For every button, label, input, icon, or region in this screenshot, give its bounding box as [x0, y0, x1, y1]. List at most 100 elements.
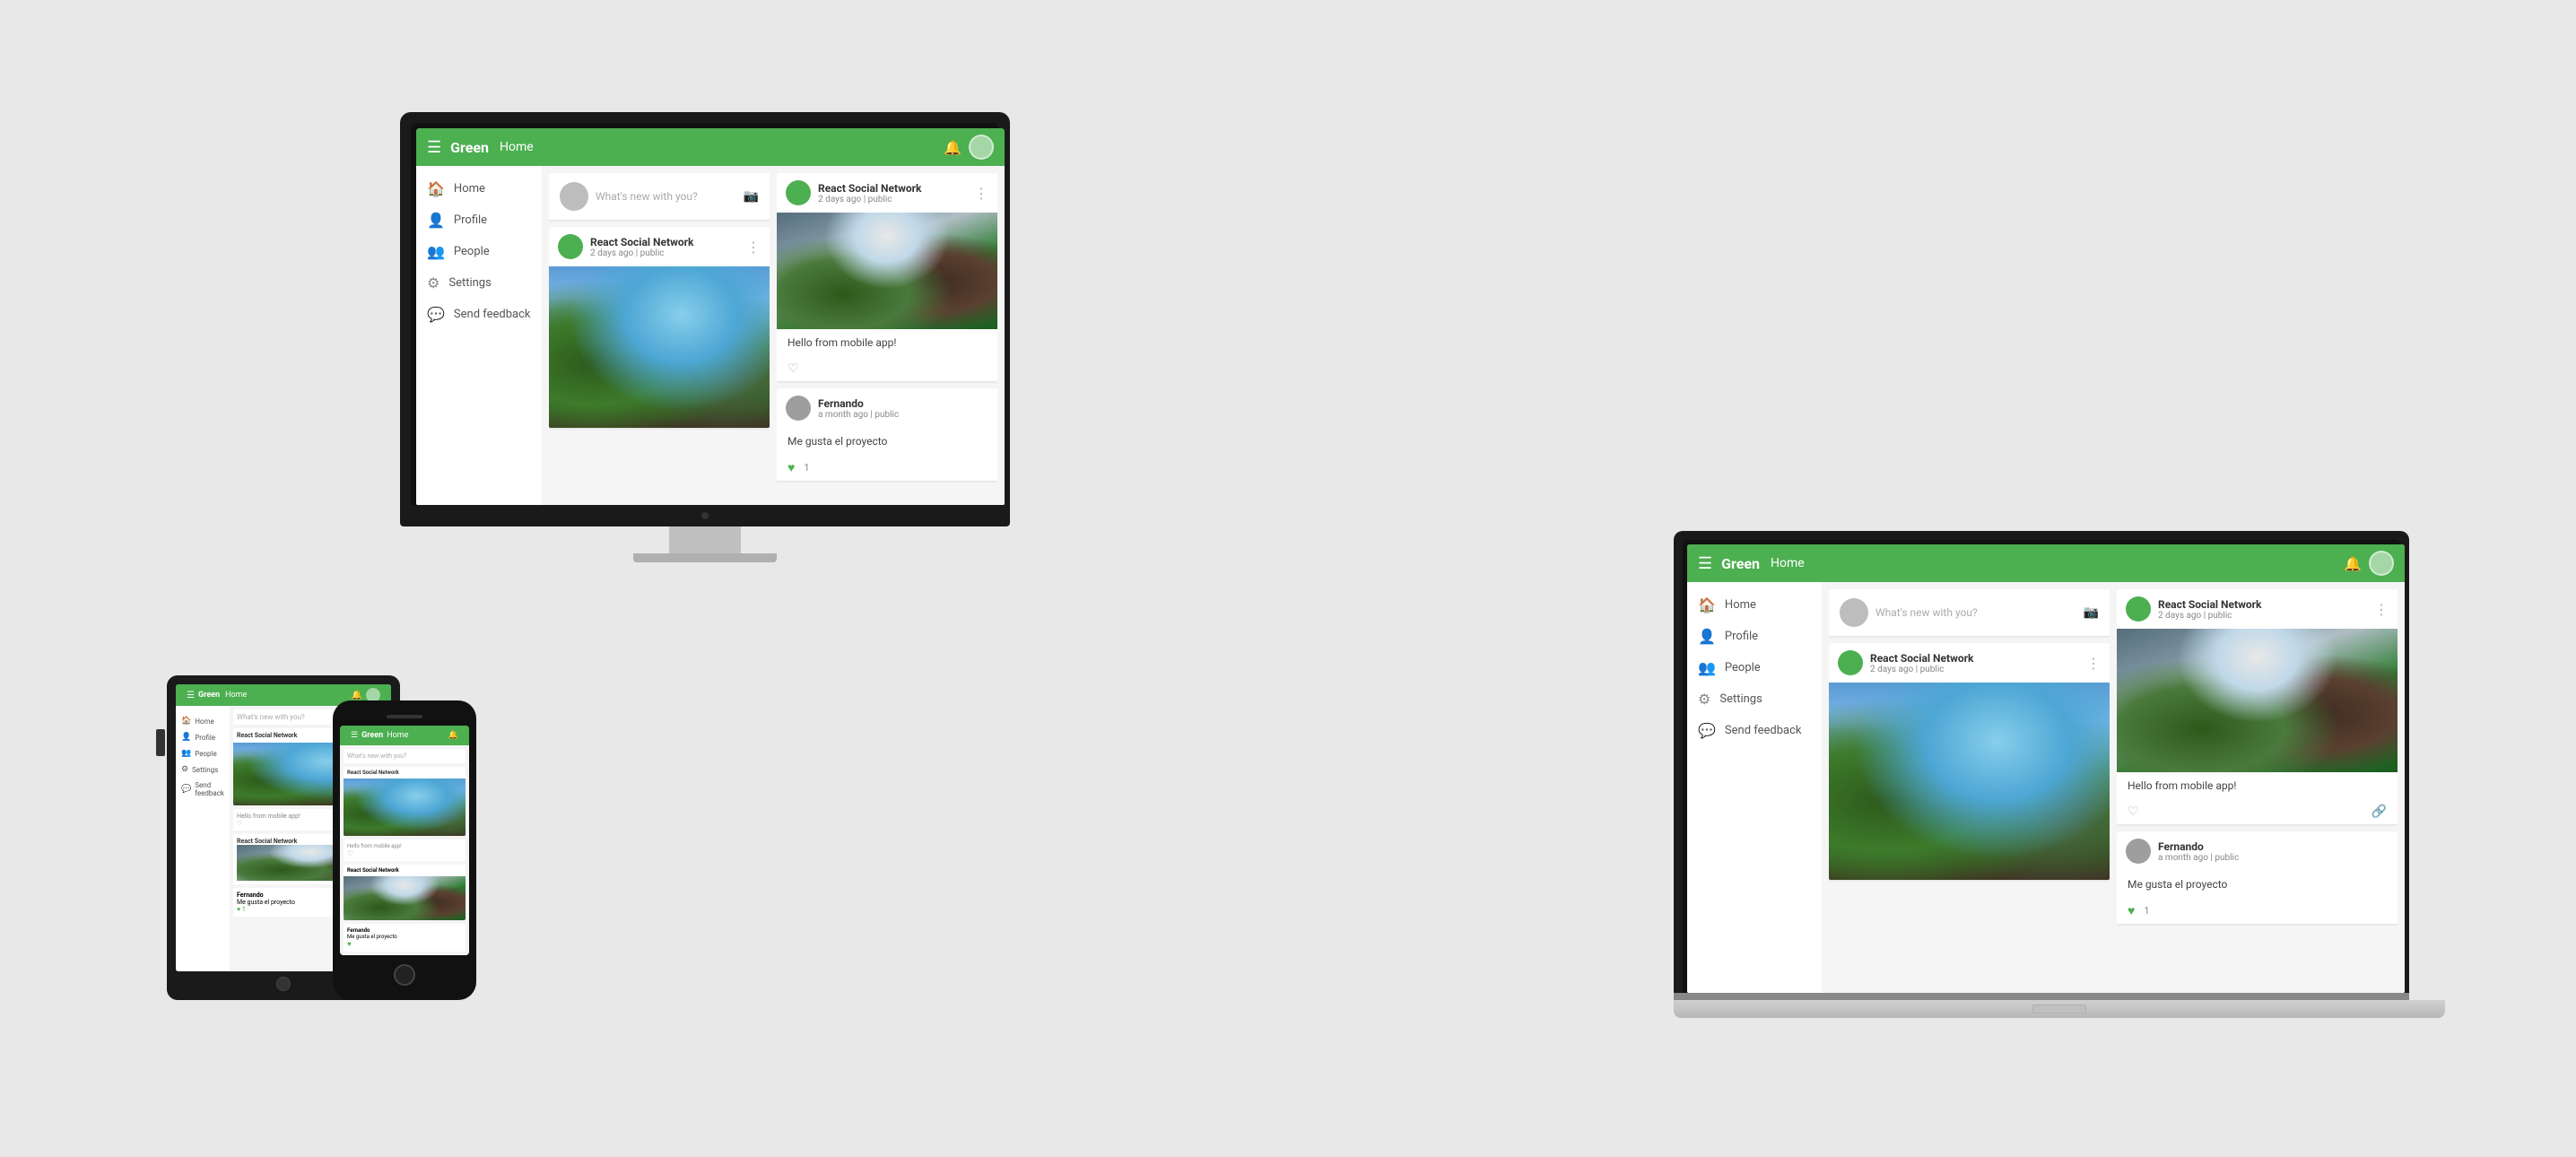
feedback-icon-laptop: 💬: [1698, 722, 1716, 739]
post-more-1-laptop[interactable]: ⋮: [2086, 655, 2101, 672]
post-more-1[interactable]: ⋮: [746, 239, 761, 256]
post-text-2-laptop: Hello from mobile app!: [2117, 772, 2398, 799]
share-icon-2-laptop[interactable]: 🔗: [2371, 805, 2387, 819]
post-time-3-laptop: a month ago | public: [2158, 853, 2389, 863]
laptop-hinge: [1674, 993, 2409, 1000]
settings-icon-laptop: ⚙: [1698, 691, 1710, 708]
post-card-1-laptop: React Social Network 2 days ago | public…: [1829, 643, 2110, 880]
profile-icon-laptop: 👤: [1698, 628, 1716, 645]
toolbar-home-desktop: Home: [500, 140, 944, 154]
post-text-3: Me gusta el proyecto: [777, 428, 997, 455]
sidebar-item-feedback-tablet[interactable]: 💬 Send feedback: [176, 778, 230, 801]
post-avatar-3: [786, 396, 811, 421]
profile-icon: 👤: [427, 212, 445, 229]
avatar-laptop[interactable]: [2369, 551, 2394, 576]
toolbar-home-laptop: Home: [1771, 556, 2344, 570]
post-avatar-1: [558, 234, 583, 259]
camera-icon-desktop[interactable]: 📷: [744, 189, 759, 204]
post-card-2-laptop: React Social Network 2 days ago | public…: [2117, 589, 2398, 824]
sidebar-item-people-laptop[interactable]: 👥 People: [1687, 652, 1822, 683]
post-phone-1: React Social Network: [344, 767, 466, 836]
post-text-3-laptop: Me gusta el proyecto: [2117, 871, 2398, 898]
sidebar-item-feedback-laptop[interactable]: 💬 Send feedback: [1687, 715, 1822, 746]
sidebar-item-settings-laptop[interactable]: ⚙ Settings: [1687, 683, 1822, 715]
toolbar-brand-desktop: Green: [450, 139, 489, 156]
monitor-stand-top: [669, 526, 741, 553]
left-column-desktop: What's new with you? 📷 React So: [549, 173, 770, 498]
sidebar-item-people-desktop[interactable]: 👥 People: [416, 236, 542, 267]
camera-icon-laptop[interactable]: 📷: [2084, 605, 2099, 620]
desktop-toolbar: ☰ Green Home 🔔: [416, 128, 1005, 166]
home-icon: 🏠: [427, 180, 445, 197]
feedback-icon: 💬: [427, 306, 445, 323]
settings-icon: ⚙: [427, 274, 439, 291]
like-icon-2-laptop[interactable]: ♡: [2128, 805, 2139, 819]
sidebar-item-settings-tablet[interactable]: ⚙ Settings: [176, 761, 230, 778]
menu-icon-laptop[interactable]: ☰: [1698, 554, 1712, 573]
post-time-1-laptop: 2 days ago | public: [1870, 665, 2086, 674]
sidebar-item-home-desktop[interactable]: 🏠 Home: [416, 173, 542, 204]
people-icon: 👥: [427, 243, 445, 260]
post-avatar-3-laptop: [2126, 839, 2151, 864]
liked-icon-3[interactable]: ♥: [788, 460, 795, 475]
avatar-desktop[interactable]: [969, 135, 994, 160]
monitor-chin: [411, 505, 999, 526]
post-author-3-laptop: Fernando: [2158, 840, 2389, 853]
post-time-1: 2 days ago | public: [590, 248, 746, 258]
laptop-toolbar: ☰ Green Home 🔔: [1687, 544, 2405, 582]
post-author-3: Fernando: [818, 397, 988, 410]
sidebar-item-home-laptop[interactable]: 🏠 Home: [1687, 589, 1822, 621]
tablet-home-btn[interactable]: [276, 977, 291, 991]
post-author-1-laptop: React Social Network: [1870, 652, 2086, 665]
menu-icon-desktop[interactable]: ☰: [427, 138, 441, 157]
right-column-desktop: React Social Network 2 days ago | public…: [777, 173, 997, 498]
post-card-3-laptop: Fernando a month ago | public Me gusta e…: [2117, 831, 2398, 924]
laptop: ☰ Green Home 🔔 🏠: [1674, 531, 2445, 1018]
sidebar-item-home-tablet[interactable]: 🏠 Home: [176, 713, 230, 729]
post-more-2-laptop[interactable]: ⋮: [2374, 601, 2389, 618]
phone: ☰ Green Home 🔔 What's new with you? Reac…: [333, 700, 476, 1000]
like-icon-2[interactable]: ♡: [788, 361, 799, 376]
people-icon-laptop: 👥: [1698, 659, 1716, 676]
post-card-2-desktop: React Social Network 2 days ago | public…: [777, 173, 997, 381]
laptop-trackpad[interactable]: [2032, 1005, 2086, 1013]
post-avatar-2: [786, 180, 811, 205]
post-avatar-2-laptop: [2126, 596, 2151, 622]
compose-avatar-desktop: [560, 182, 588, 211]
monitor-camera-dot: [701, 512, 709, 519]
post-image-2: [777, 213, 997, 329]
compose-avatar-laptop: [1840, 598, 1868, 627]
bell-icon-laptop[interactable]: 🔔: [2344, 555, 2362, 572]
post-author-1: React Social Network: [590, 236, 746, 248]
bell-icon-desktop[interactable]: 🔔: [944, 139, 962, 156]
home-icon-laptop: 🏠: [1698, 596, 1716, 613]
laptop-base: [1674, 1000, 2445, 1018]
liked-icon-3-laptop[interactable]: ♥: [2128, 903, 2135, 918]
post-image-1: [549, 266, 770, 428]
post-text-2: Hello from mobile app!: [777, 329, 997, 356]
like-count-3-laptop: 1: [2144, 905, 2149, 917]
post-card-1-desktop: React Social Network 2 days ago | public…: [549, 227, 770, 428]
compose-input-laptop[interactable]: What's new with you?: [1875, 606, 2076, 619]
compose-box-laptop: What's new with you? 📷: [1829, 589, 2110, 636]
monitor-stand-base: [633, 553, 777, 562]
sidebar-item-profile-tablet[interactable]: 👤 Profile: [176, 729, 230, 745]
scene: ☰ Green Home 🔔: [122, 85, 2454, 1072]
sidebar-item-profile-laptop[interactable]: 👤 Profile: [1687, 621, 1822, 652]
post-more-2[interactable]: ⋮: [974, 185, 988, 202]
sidebar-item-profile-desktop[interactable]: 👤 Profile: [416, 204, 542, 236]
compose-input-desktop[interactable]: What's new with you?: [596, 190, 736, 203]
post-time-2: 2 days ago | public: [818, 195, 974, 204]
sidebar-tablet: 🏠 Home 👤 Profile 👥 People: [176, 706, 230, 971]
phone-home-btn[interactable]: [394, 964, 415, 986]
post-card-3-desktop: Fernando a month ago | public Me gusta e…: [777, 388, 997, 481]
toolbar-brand-laptop: Green: [1721, 555, 1760, 572]
sidebar-desktop: 🏠 Home 👤 Profile 👥 People: [416, 166, 542, 505]
main-content-desktop: What's new with you? 📷 React So: [542, 166, 1005, 505]
desktop-monitor: ☰ Green Home 🔔: [400, 112, 1010, 562]
sidebar-item-people-tablet[interactable]: 👥 People: [176, 745, 230, 761]
sidebar-item-feedback-desktop[interactable]: 💬 Send feedback: [416, 299, 542, 330]
like-count-3: 1: [804, 462, 809, 474]
sidebar-item-settings-desktop[interactable]: ⚙ Settings: [416, 267, 542, 299]
compose-phone[interactable]: What's new with you?: [344, 749, 466, 763]
